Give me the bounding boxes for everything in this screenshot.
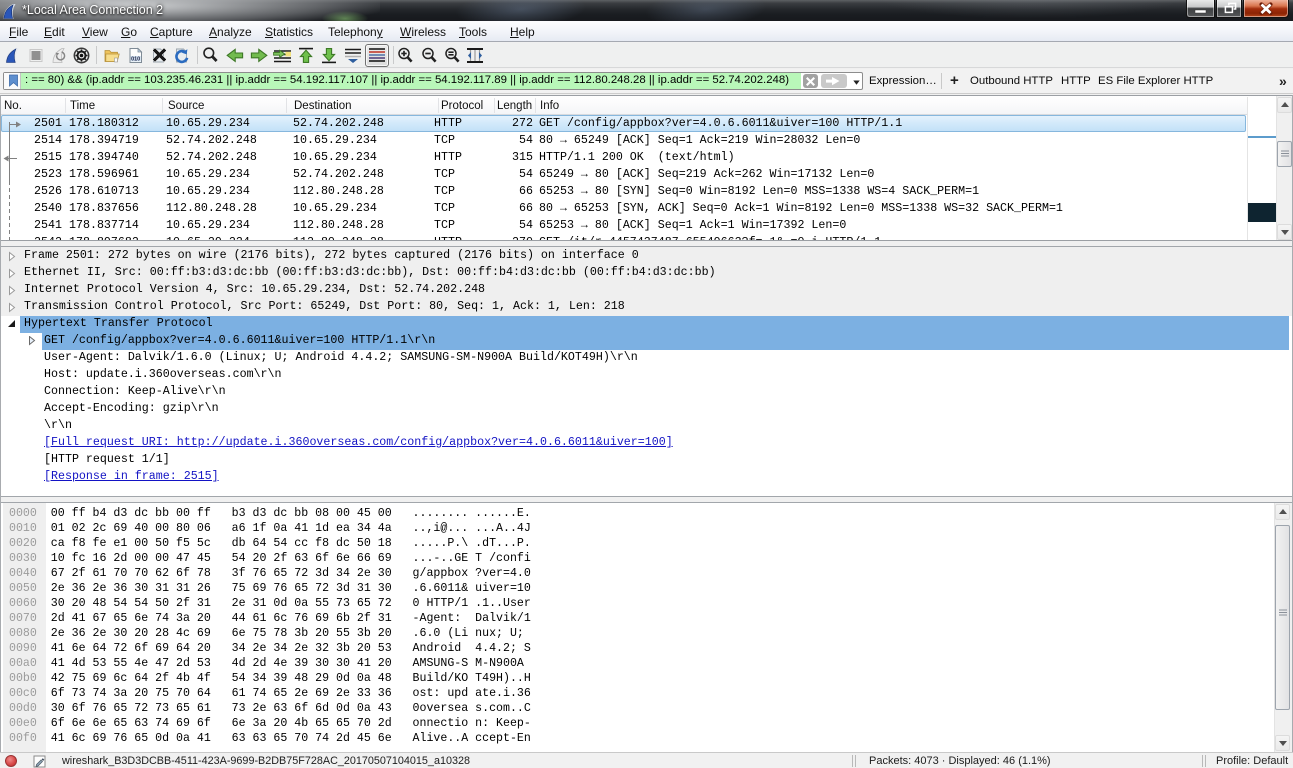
svg-text:010: 010	[131, 57, 140, 63]
